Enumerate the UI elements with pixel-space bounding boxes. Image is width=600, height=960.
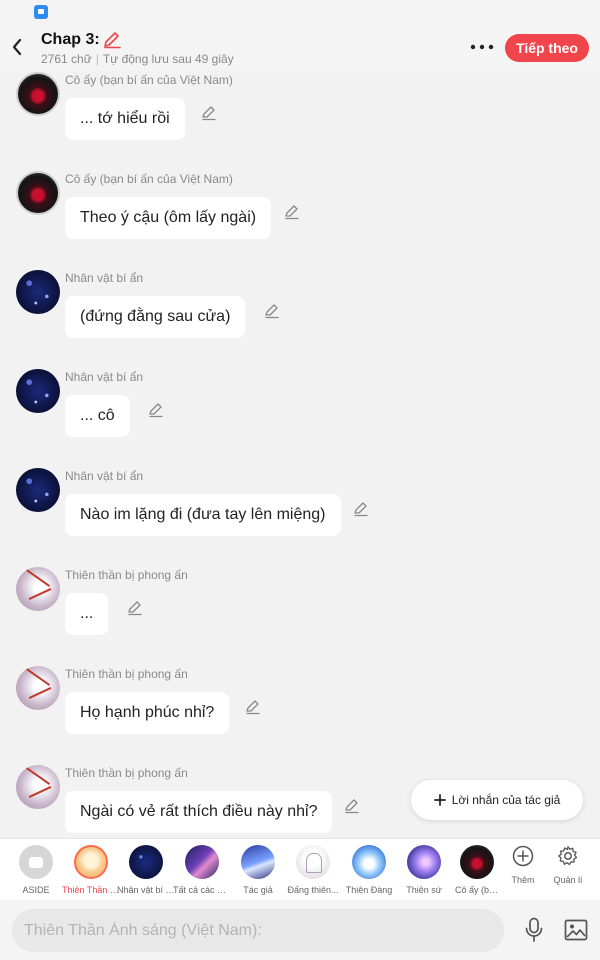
speaker-name: Nhân vật bí ẩn — [65, 370, 144, 384]
edit-message-button[interactable] — [147, 401, 165, 419]
character-avatar — [74, 845, 108, 879]
character-avatar — [241, 845, 275, 879]
chapter-meta: 2761 chữ | Tự động lưu sau 49 giây — [41, 52, 234, 66]
character-item-aside[interactable]: ASIDE — [6, 845, 66, 895]
message-input[interactable] — [12, 909, 504, 952]
avatar[interactable] — [16, 666, 60, 710]
author-note-button[interactable]: Lời nhắn của tác giả — [411, 780, 583, 820]
message-bubble[interactable]: ... tớ hiểu rồi — [65, 98, 185, 140]
message-bubble[interactable]: ... — [65, 593, 109, 635]
speaker-name: Cô ấy (bạn bí ấn của Việt Nam) — [65, 73, 233, 87]
pencil-icon — [354, 502, 368, 517]
avatar[interactable] — [16, 369, 60, 413]
avatar[interactable] — [16, 468, 60, 512]
back-button[interactable] — [6, 34, 28, 60]
avatar[interactable] — [16, 72, 60, 116]
header: Chap 3: 2761 chữ | Tự động lưu sau 49 giây… — [0, 24, 600, 70]
message-bubble[interactable]: (đứng đằng sau cửa) — [65, 296, 246, 338]
pencil-icon — [149, 403, 163, 418]
voice-input-button[interactable] — [522, 916, 546, 944]
pencil-icon[interactable] — [102, 31, 122, 49]
character-avatar — [129, 845, 163, 879]
character-label: Thiên Đàng — [345, 885, 393, 895]
pencil-icon — [285, 205, 299, 220]
composer-bar — [0, 900, 600, 960]
edit-message-button[interactable] — [283, 203, 301, 221]
word-count: 2761 chữ — [41, 52, 92, 66]
message-bubble[interactable]: Họ hạnh phúc nhỉ? — [65, 692, 230, 734]
pencil-icon — [265, 304, 279, 319]
status-bar — [0, 0, 600, 24]
character-label: Đấng thiên... — [287, 885, 339, 895]
character-avatar — [352, 845, 386, 879]
add-character-label: Thêm — [511, 875, 535, 885]
pencil-icon — [202, 106, 216, 121]
message-bubble[interactable]: Nào im lặng đi (đưa tay lên miệng) — [65, 494, 341, 536]
edit-message-button[interactable] — [200, 104, 218, 122]
character-avatar — [407, 845, 441, 879]
speaker-name: Nhân vật bí ẩn — [65, 271, 144, 285]
character-item-thien-dang[interactable]: Thiên Đàng — [339, 845, 399, 895]
edit-message-button[interactable] — [352, 500, 370, 518]
character-label: Cô ấy (bạn bí ấn của Việt Nam) — [455, 885, 499, 895]
character-item-tat-ca[interactable]: Tất cả các nhân vật — [172, 845, 232, 895]
edit-message-button[interactable] — [244, 698, 262, 716]
character-label: Tất cả các nhân vật — [173, 885, 231, 895]
character-item-tac-gia[interactable]: Tác giả — [228, 845, 288, 895]
page-title[interactable]: Chap 3: — [41, 31, 100, 49]
character-avatar — [185, 845, 219, 879]
manage-characters-button[interactable]: Quản lí — [544, 845, 592, 885]
speaker-name: Cô ấy (bạn bí ấn của Việt Nam) — [65, 172, 233, 186]
add-character-button[interactable]: Thêm — [499, 845, 547, 885]
edit-message-button[interactable] — [343, 797, 361, 815]
next-button[interactable]: Tiếp theo — [505, 34, 589, 62]
character-item-nhan-vat-bi-an[interactable]: Nhân vật bí ẩn — [116, 845, 176, 895]
character-item-thien-su[interactable]: Thiên sứ — [394, 845, 454, 895]
avatar[interactable] — [16, 270, 60, 314]
character-label: Nhân vật bí ẩn — [117, 885, 175, 895]
gear-icon — [558, 846, 578, 866]
chapter-title-block: Chap 3: 2761 chữ | Tự động lưu sau 49 giây — [41, 31, 234, 66]
character-label: ASIDE — [22, 885, 50, 895]
author-note-label: Lời nhắn của tác giả — [451, 793, 561, 807]
chevron-left-icon — [12, 38, 22, 56]
insert-image-button[interactable] — [563, 917, 589, 943]
avatar[interactable] — [16, 171, 60, 215]
character-item-co-ay[interactable]: Cô ấy (bạn bí ấn của Việt Nam) — [447, 845, 507, 895]
character-item-thien-than-anh-sang[interactable]: Thiên Thần Ánh sáng (Việt Nam) — [61, 845, 121, 895]
aside-icon — [19, 845, 53, 879]
app-notification-icon — [34, 5, 48, 19]
avatar[interactable] — [16, 567, 60, 611]
autosave-status: Tự động lưu sau 49 giây — [102, 52, 234, 66]
speaker-name: Thiên thần bị phong ấn — [65, 568, 188, 582]
speaker-name: Nhân vật bí ẩn — [65, 469, 144, 483]
pencil-icon — [128, 601, 142, 616]
character-avatar — [460, 845, 494, 879]
avatar[interactable] — [16, 765, 60, 809]
character-bar: ASIDE Thiên Thần Ánh sáng (Việt Nam) Nhâ… — [0, 838, 600, 900]
message-bubble[interactable]: Ngài có vẻ rất thích điều này nhỉ? — [65, 791, 333, 833]
manage-characters-label: Quản lí — [553, 875, 583, 885]
more-dots-icon — [470, 44, 494, 50]
character-label: Tác giả — [243, 885, 273, 895]
plus-icon — [433, 794, 446, 806]
message-bubble[interactable]: Theo ý cậu (ôm lấy ngài) — [65, 197, 272, 239]
microphone-icon — [525, 917, 543, 942]
character-label: Thiên sứ — [406, 885, 442, 895]
pencil-icon — [345, 799, 359, 814]
image-icon — [564, 919, 588, 941]
character-item-dang-thien[interactable]: Đấng thiên... — [283, 845, 343, 895]
edit-message-button[interactable] — [263, 302, 281, 320]
character-avatar — [296, 845, 330, 879]
edit-message-button[interactable] — [126, 599, 144, 617]
more-button[interactable] — [468, 36, 496, 58]
speaker-name: Thiên thần bị phong ấn — [65, 766, 188, 780]
character-label: Thiên Thần Ánh sáng (Việt Nam) — [62, 885, 120, 895]
message-bubble[interactable]: ... cô — [65, 395, 130, 437]
pencil-icon — [246, 700, 260, 715]
plus-circle-icon — [512, 845, 534, 867]
speaker-name: Thiên thần bị phong ấn — [65, 667, 188, 681]
